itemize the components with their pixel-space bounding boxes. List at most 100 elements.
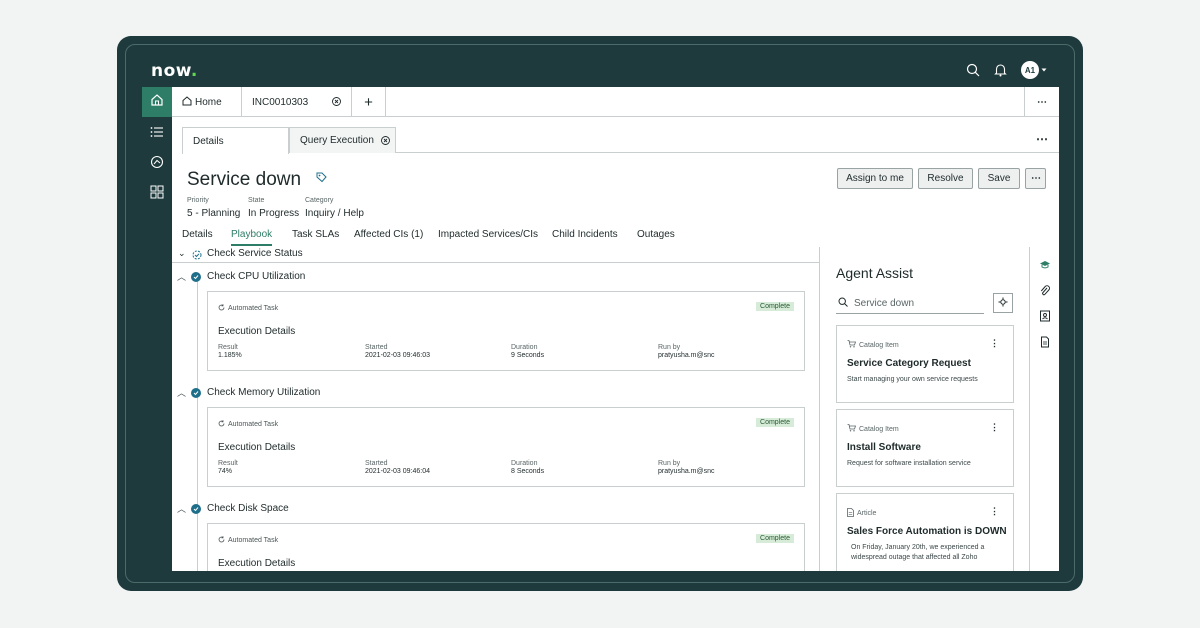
record-nav-tabs: Details Playbook Task SLAs Affected CIs … <box>172 229 822 247</box>
kebab-icon[interactable]: ⋮ <box>990 422 999 433</box>
kebab-icon[interactable]: ⋮ <box>990 506 999 517</box>
cart-icon <box>847 424 857 434</box>
search-icon <box>838 297 848 310</box>
field-state: State In Progress <box>248 197 299 219</box>
task-card: Automated Task Complete Execution Detail… <box>207 523 805 571</box>
sidebar-apps[interactable] <box>142 179 172 209</box>
execution-title: Execution Details <box>218 326 296 337</box>
started-field: Started 2021-02-03 09:46:03 <box>365 344 430 359</box>
record-title: Service down <box>187 167 328 191</box>
tab-incident[interactable]: INC0010303 <box>242 87 352 117</box>
workspace-tabs: Home INC0010303 + ⋯ <box>172 87 1059 117</box>
tab-outages[interactable]: Outages <box>637 229 675 240</box>
article-icon <box>847 508 854 519</box>
close-icon[interactable] <box>381 136 390 148</box>
field-label: State <box>248 197 265 204</box>
close-icon[interactable] <box>332 97 341 109</box>
tab-impacted-services[interactable]: Impacted Services/CIs <box>438 229 538 240</box>
search-icon[interactable] <box>966 63 980 77</box>
chevron-down-icon[interactable]: ⌄ <box>178 248 186 259</box>
card-desc: Start managing your own service requests <box>847 376 978 383</box>
step-memory[interactable]: ︿ Check Memory Utilization <box>177 386 320 399</box>
tab-details[interactable]: Details <box>182 229 213 240</box>
progress-icon <box>192 250 202 263</box>
sidebar-home[interactable] <box>142 87 172 117</box>
step-disk[interactable]: ︿ Check Disk Space <box>177 502 289 515</box>
tab-home[interactable]: Home <box>172 87 242 117</box>
graduation-cap-icon[interactable] <box>1039 258 1051 270</box>
app-window: now. A1 Home INC0010303 + ⋯ Details Quer… <box>142 55 1059 571</box>
step-name: Check CPU Utilization <box>207 271 306 282</box>
status-badge: Complete <box>756 418 794 427</box>
add-tab-button[interactable]: + <box>352 87 386 117</box>
refresh-icon <box>218 304 225 313</box>
chevron-down-icon <box>1041 67 1047 73</box>
chevron-up-icon[interactable]: ︿ <box>177 386 191 399</box>
result-field: Result 1.185% <box>218 344 242 359</box>
document-icon[interactable] <box>1039 335 1051 348</box>
save-button[interactable]: Save <box>978 168 1020 189</box>
result-field: Result 74% <box>218 460 238 475</box>
assign-to-me-button[interactable]: Assign to me <box>837 168 913 189</box>
duration-field: Duration 9 Seconds <box>511 344 545 359</box>
tab-home-label: Home <box>195 96 222 108</box>
kebab-icon[interactable]: ⋮ <box>990 338 999 349</box>
actions-more-button[interactable]: ⋯ <box>1025 168 1046 189</box>
check-icon <box>191 271 201 282</box>
tab-affected-cis[interactable]: Affected CIs (1) <box>354 229 423 240</box>
grid-icon <box>150 185 164 204</box>
bell-icon[interactable] <box>994 63 1007 77</box>
field-category: Category Inquiry / Help <box>305 197 364 219</box>
card-type: Article <box>857 510 877 517</box>
step-cpu[interactable]: ︿ Check CPU Utilization <box>177 270 305 283</box>
field-value: 5 - Planning <box>187 208 241 219</box>
assist-card[interactable]: Article ⋮ Sales Force Automation is DOWN… <box>836 493 1014 571</box>
filter-button[interactable] <box>993 293 1013 313</box>
tab-playbook[interactable]: Playbook <box>231 229 273 246</box>
playbook-header-label: Check Service Status <box>207 248 303 259</box>
assist-card[interactable]: Catalog Item ⋮ Service Category Request … <box>836 325 1014 403</box>
card-name: Service Category Request <box>847 358 971 369</box>
assist-search-input[interactable]: Service down <box>836 294 984 314</box>
home-icon <box>150 93 164 112</box>
field-value: In Progress <box>248 208 300 219</box>
cart-icon <box>847 340 857 350</box>
list-icon <box>150 125 164 143</box>
subtab-details[interactable]: Details <box>182 127 289 154</box>
step-name: Check Disk Space <box>207 503 289 514</box>
check-icon <box>191 387 201 398</box>
contact-card-icon[interactable] <box>1039 309 1051 322</box>
home-icon <box>182 95 192 109</box>
tab-child-incidents[interactable]: Child Incidents <box>552 229 618 240</box>
subtab-query-execution[interactable]: Query Execution <box>289 127 396 153</box>
timeline-line <box>197 277 198 571</box>
paperclip-icon[interactable] <box>1039 284 1051 296</box>
sidebar-list[interactable] <box>142 119 172 149</box>
chevron-up-icon[interactable]: ︿ <box>177 502 191 515</box>
tabs-more-button[interactable]: ⋯ <box>1024 87 1059 117</box>
right-icon-rail <box>1029 247 1059 571</box>
status-badge: Complete <box>756 302 794 311</box>
tab-task-slas[interactable]: Task SLAs <box>292 229 339 240</box>
duration-field: Duration 8 Seconds <box>511 460 545 475</box>
field-label: Priority <box>187 197 209 204</box>
task-card: Automated Task Complete Execution Detail… <box>207 407 805 487</box>
sidebar-dashboard[interactable] <box>142 149 172 179</box>
subtabs-more-button[interactable]: ⋯ <box>1036 132 1048 146</box>
field-priority: Priority 5 - Planning <box>187 197 240 219</box>
assist-card[interactable]: Catalog Item ⋮ Install Software Request … <box>836 409 1014 487</box>
task-type: Automated Task <box>228 305 279 312</box>
step-name: Check Memory Utilization <box>207 387 321 398</box>
execution-title: Execution Details <box>218 558 296 569</box>
user-menu[interactable]: A1 <box>1021 61 1047 79</box>
resolve-button[interactable]: Resolve <box>918 168 973 189</box>
chevron-up-icon[interactable]: ︿ <box>177 270 191 283</box>
left-sidebar <box>142 87 172 571</box>
runby-field: Run by pratyusha.m@snc <box>658 460 715 475</box>
playbook-header[interactable]: ⌄ Check Service Status <box>172 247 820 263</box>
playbook-panel: ⌄ Check Service Status ︿ Check CPU Utili… <box>172 247 820 571</box>
now-logo[interactable]: now. <box>151 61 198 81</box>
task-type: Automated Task <box>228 421 279 428</box>
avatar: A1 <box>1021 61 1039 79</box>
tag-icon[interactable] <box>316 167 328 189</box>
